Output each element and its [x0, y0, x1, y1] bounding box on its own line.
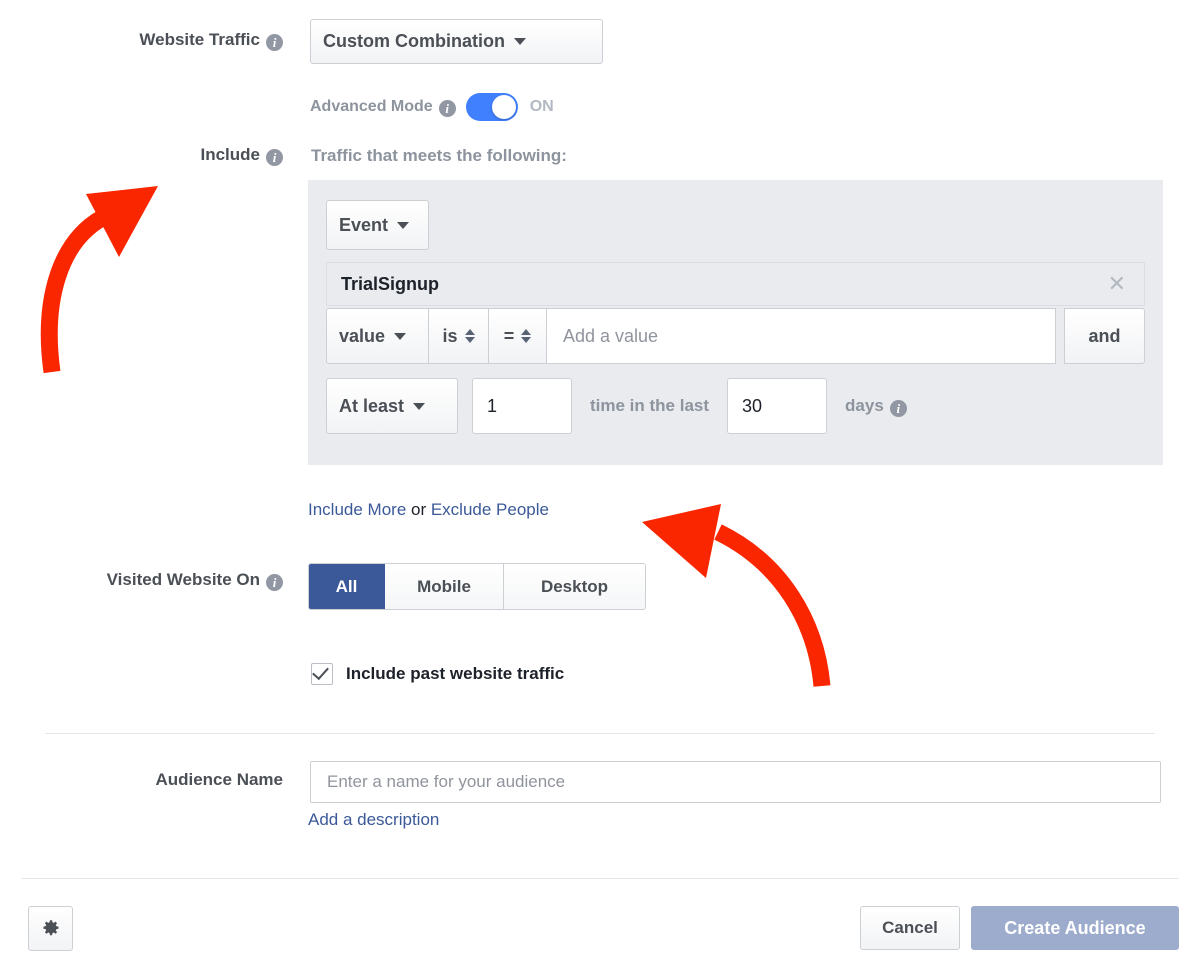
frequency-days-input[interactable] — [727, 378, 828, 434]
include-more-separator: or — [406, 500, 431, 519]
footer-divider — [22, 878, 1178, 879]
frequency-count-input[interactable] — [472, 378, 572, 434]
create-audience-button[interactable]: Create Audience — [971, 906, 1179, 950]
add-and-condition-button[interactable]: and — [1064, 308, 1145, 364]
event-type-dropdown[interactable]: Event — [326, 200, 429, 250]
advanced-mode-toggle[interactable] — [465, 93, 518, 121]
frequency-days-unit: days i — [845, 396, 907, 417]
section-divider — [45, 733, 1155, 734]
audience-name-label-text: Audience Name — [155, 770, 283, 789]
event-chip: TrialSignup ✕ — [326, 262, 1145, 306]
advanced-mode-label-text: Advanced Mode — [310, 97, 433, 115]
include-label: Include i — [0, 145, 283, 166]
include-description: Traffic that meets the following: — [311, 146, 567, 165]
chevron-down-icon — [413, 402, 426, 410]
frequency-operator-dropdown[interactable]: At least — [326, 378, 458, 434]
value-field-dropdown[interactable]: value — [326, 308, 429, 364]
updown-stepper-icon — [521, 329, 532, 343]
gear-icon — [43, 919, 58, 935]
website-traffic-label-text: Website Traffic — [139, 30, 260, 49]
website-traffic-label: Website Traffic i — [0, 30, 283, 51]
info-icon[interactable]: i — [438, 99, 456, 117]
visited-website-on-label: Visited Website On i — [0, 570, 283, 591]
toggle-knob — [491, 95, 516, 119]
condition-builder-panel: Event TrialSignup ✕ value is = and At le… — [308, 180, 1163, 465]
include-past-traffic-checkbox[interactable] — [311, 662, 333, 685]
segment-desktop[interactable]: Desktop — [504, 564, 645, 609]
frequency-days-unit-text: days — [845, 395, 884, 415]
audience-name-label: Audience Name — [0, 770, 283, 790]
audience-name-input[interactable] — [310, 761, 1161, 803]
chevron-down-icon — [394, 332, 407, 340]
info-icon[interactable]: i — [266, 34, 283, 51]
create-audience-button-label: Create Audience — [1004, 917, 1146, 938]
value-operator-equals-label: = — [503, 325, 515, 346]
value-operator-is-select[interactable]: is — [429, 308, 489, 364]
device-segmented-control: All Mobile Desktop — [308, 563, 646, 610]
include-label-text: Include — [200, 145, 260, 164]
add-description-row: Add a description — [308, 810, 439, 830]
value-operator-is-label: is — [442, 325, 458, 346]
include-past-traffic-row: Include past website traffic — [311, 662, 565, 685]
value-condition-row: value is = and — [326, 308, 1145, 364]
annotation-arrow-to-exclude-people — [642, 504, 831, 687]
and-button-label: and — [1088, 325, 1121, 346]
include-more-link[interactable]: Include More — [308, 500, 406, 519]
visited-website-on-label-text: Visited Website On — [106, 570, 260, 589]
annotation-arrow-to-include — [40, 186, 158, 374]
info-icon[interactable]: i — [266, 149, 283, 166]
value-operator-equals-select[interactable]: = — [489, 308, 547, 364]
cancel-button[interactable]: Cancel — [860, 906, 960, 950]
close-icon[interactable]: ✕ — [1108, 273, 1126, 295]
chevron-down-icon — [514, 38, 526, 45]
info-icon[interactable]: i — [889, 399, 907, 417]
add-description-link[interactable]: Add a description — [308, 810, 439, 829]
settings-button[interactable] — [28, 906, 73, 951]
include-past-traffic-label: Include past website traffic — [346, 664, 565, 683]
info-icon[interactable]: i — [266, 574, 283, 591]
segment-mobile[interactable]: Mobile — [385, 564, 504, 609]
advanced-mode-state: ON — [529, 98, 554, 115]
frequency-operator-label: At least — [339, 395, 405, 416]
chevron-down-icon — [397, 221, 410, 229]
updown-stepper-icon — [464, 329, 475, 343]
advanced-mode-row: Advanced Mode i ON — [310, 93, 554, 121]
value-field-label: value — [339, 325, 386, 346]
event-name: TrialSignup — [341, 273, 440, 294]
advanced-mode-label: Advanced Mode i — [310, 98, 456, 117]
segment-all[interactable]: All — [309, 564, 385, 609]
frequency-middle-text: time in the last — [590, 396, 710, 415]
exclude-people-link[interactable]: Exclude People — [431, 500, 549, 519]
event-type-label: Event — [339, 214, 389, 235]
include-more-row: Include More or Exclude People — [308, 500, 549, 520]
frequency-condition-row: At least time in the last daysi — [326, 378, 925, 434]
website-traffic-dropdown[interactable]: Custom Combination — [310, 19, 603, 64]
website-traffic-selected-value: Custom Combination — [323, 31, 505, 51]
cancel-button-label: Cancel — [882, 918, 938, 937]
checkmark-icon — [312, 662, 329, 681]
value-input[interactable] — [547, 308, 1056, 364]
